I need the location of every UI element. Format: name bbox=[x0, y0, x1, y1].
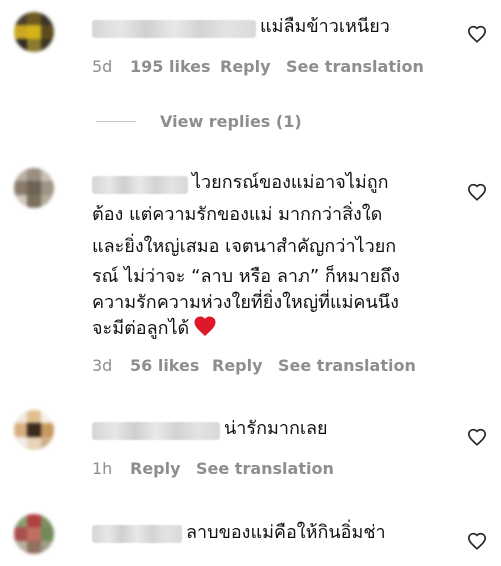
username-blurred[interactable] bbox=[92, 525, 182, 543]
avatar[interactable] bbox=[14, 514, 54, 554]
comment-4: ลาบของแม่คือให้กินอิ่มช่า bbox=[0, 0, 501, 566]
heart-outline-icon[interactable] bbox=[467, 532, 487, 550]
avatar-pixel bbox=[40, 540, 54, 554]
avatar-pixel bbox=[27, 540, 42, 554]
avatar-pixel bbox=[27, 514, 42, 528]
avatar-pixel bbox=[14, 514, 28, 528]
avatar-pixel bbox=[40, 527, 54, 542]
avatar-pixel bbox=[14, 527, 28, 542]
avatar-pixel bbox=[14, 540, 28, 554]
avatar-pixel bbox=[27, 527, 42, 542]
comment-text: ลาบของแม่คือให้กินอิ่มช่า bbox=[186, 522, 386, 543]
avatar-pixel bbox=[40, 514, 54, 528]
